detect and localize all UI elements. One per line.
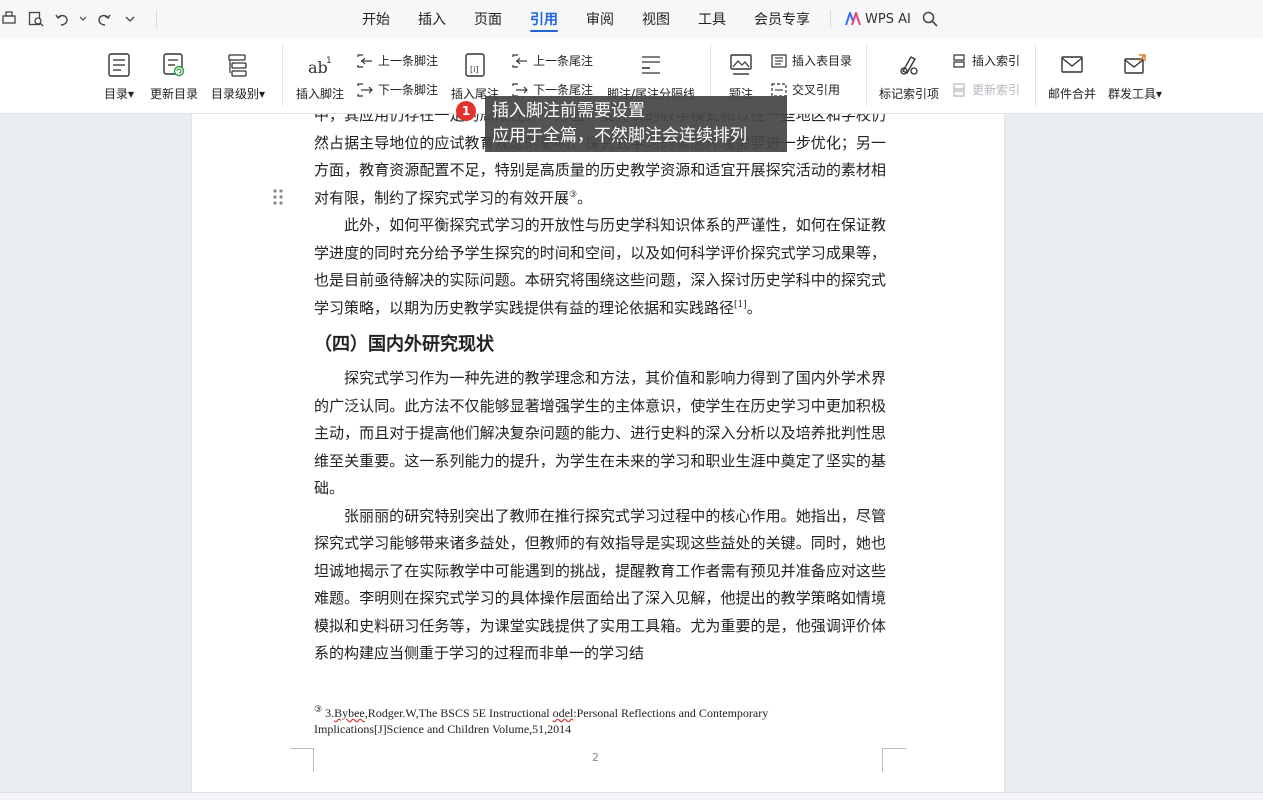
ribbon-divider (1035, 44, 1036, 106)
section-heading: （四）国内外研究现状 (314, 334, 494, 355)
table-of-figures-icon (771, 53, 787, 68)
footnote[interactable]: ③ 3.Bybee,Rodger.W,The BSCS 5E Instructi… (314, 705, 834, 737)
mail-merge-label: 邮件合并 (1048, 87, 1097, 101)
svg-text:ab: ab (308, 58, 328, 77)
insert-footnote-button[interactable]: ab 1 插入脚注 (296, 50, 344, 102)
mass-send-label: 群发工具 (1108, 87, 1157, 101)
mass-send-icon (1121, 50, 1149, 80)
cross-reference-label: 交叉引用 (792, 83, 841, 97)
tab-review[interactable]: 审阅 (572, 0, 628, 38)
footnote-separator-button[interactable]: 脚注/尾注分隔线 (607, 50, 695, 102)
chevron-down-icon[interactable] (78, 9, 88, 29)
toc-level-button[interactable]: 目录级别▾ (211, 50, 265, 102)
svg-text:[i]: [i] (470, 65, 478, 74)
paragraph: 此外，如何平衡探究式学习的开放性与历史学科知识体系的严谨性，如何在保证教学进度的… (314, 216, 886, 317)
wps-ai-button[interactable]: WPS AI (837, 12, 919, 27)
toc-button[interactable]: 目录▾ (104, 50, 134, 102)
wps-ai-label: WPS AI (865, 11, 911, 27)
toc-icon (105, 50, 133, 80)
tab-member[interactable]: 会员专享 (740, 0, 824, 38)
tab-references[interactable]: 引用 (516, 0, 572, 38)
footnote-reference[interactable]: ③ (569, 190, 577, 200)
ribbon-divider (866, 44, 867, 106)
footnote-icon: ab 1 (306, 50, 334, 80)
citation-reference[interactable]: [1] (734, 300, 747, 310)
next-footnote-icon (357, 82, 373, 97)
customize-chevron-icon[interactable] (120, 9, 140, 29)
document-area[interactable]: 中，其应用仍存在一定的局限性。一方面，受传统的教学模式和以往一些地区和学校仍然占… (0, 114, 1263, 800)
print-preview-icon[interactable] (26, 9, 46, 29)
update-index-icon (953, 82, 965, 97)
undo-icon[interactable] (52, 9, 72, 29)
mark-index-entry-button[interactable]: 标记索引项 (879, 50, 939, 102)
prev-footnote-label: 上一条脚注 (378, 54, 439, 68)
insert-table-of-figures-button[interactable]: 插入表目录 (771, 52, 852, 69)
prev-footnote-icon (357, 53, 372, 68)
update-toc-icon (160, 50, 188, 80)
hint-line-2: 应用于全篇，不然脚注会连续排列 (492, 126, 747, 146)
toolbar-divider (156, 10, 157, 28)
toc-level-icon (224, 50, 252, 80)
page-corner-mark (882, 748, 906, 772)
quick-access-toolbar (0, 7, 157, 31)
endnote-icon: [i] (461, 50, 489, 80)
menu-bar: 开始 插入 页面 引用 审阅 视图 工具 会员专享 WPS AI (0, 0, 1263, 38)
toc-level-label: 目录级别 (211, 87, 260, 101)
tab-home[interactable]: 开始 (348, 0, 404, 38)
step-badge: 1 (456, 101, 476, 121)
next-footnote-button[interactable]: 下一条脚注 (357, 81, 438, 98)
caption-button[interactable]: 题注 (727, 50, 755, 102)
caption-icon (727, 50, 755, 80)
tab-divider (830, 10, 831, 28)
spelling-error[interactable]: Bybee (334, 706, 365, 720)
mail-merge-button[interactable]: 邮件合并 (1048, 50, 1096, 102)
next-footnote-label: 下一条脚注 (378, 83, 439, 97)
cross-reference-icon (771, 82, 787, 97)
prev-endnote-label: 上一条尾注 (533, 54, 594, 68)
tab-tools[interactable]: 工具 (684, 0, 740, 38)
footnote-mark: ③ (314, 704, 323, 714)
tab-insert[interactable]: 插入 (404, 0, 460, 38)
insert-index-label: 插入索引 (972, 54, 1021, 68)
insert-index-button[interactable]: 插入索引 (951, 52, 1020, 69)
prev-endnote-button[interactable]: 上一条尾注 (512, 52, 593, 69)
prev-endnote-icon (512, 53, 527, 68)
hint-line-1: 插入脚注前需要设置 (492, 101, 645, 121)
search-icon[interactable] (919, 8, 941, 30)
next-endnote-icon (512, 82, 528, 97)
tab-page[interactable]: 页面 (460, 0, 516, 38)
update-index-label: 更新索引 (972, 83, 1021, 97)
page-corner-mark (290, 748, 314, 772)
svg-text:1: 1 (326, 56, 332, 66)
hint-tooltip: 插入脚注前需要设置 应用于全篇，不然脚注会连续排列 (485, 96, 787, 152)
drag-handle-icon[interactable] (272, 188, 284, 206)
insert-footnote-label: 插入脚注 (296, 87, 345, 101)
update-index-button[interactable]: 更新索引 (951, 81, 1020, 98)
status-bar (0, 792, 1263, 800)
paragraph: 探究式学习作为一种先进的教学理念和方法，其价值和影响力得到了国内外学术界的广泛认… (314, 369, 886, 497)
mark-index-icon (895, 50, 923, 80)
prev-footnote-button[interactable]: 上一条脚注 (357, 52, 438, 69)
update-toc-label: 更新目录 (150, 87, 199, 101)
update-toc-button[interactable]: 更新目录 (150, 50, 198, 102)
redo-icon[interactable] (94, 9, 114, 29)
mail-icon (1058, 50, 1086, 80)
document-body[interactable]: 中，其应用仍存在一定的局限性。一方面，受传统的教学模式和以往一些地区和学校仍然占… (314, 114, 886, 668)
tab-view[interactable]: 视图 (628, 0, 684, 38)
spelling-error[interactable]: odel (553, 706, 574, 720)
wps-ai-icon (845, 12, 861, 26)
page-number: 2 (592, 751, 599, 764)
print-icon[interactable] (0, 9, 20, 29)
insert-index-icon (953, 53, 965, 68)
document-page[interactable]: 中，其应用仍存在一定的局限性。一方面，受传统的教学模式和以往一些地区和学校仍然占… (192, 114, 1004, 800)
ribbon-tabs: 开始 插入 页面 引用 审阅 视图 工具 会员专享 WPS AI (348, 0, 941, 38)
paragraph: 张丽丽的研究特别突出了教师在推行探究式学习过程中的核心作用。她指出，尽管探究式学… (314, 506, 886, 663)
mass-send-button[interactable]: 群发工具▾ (1108, 50, 1162, 102)
insert-table-of-figures-label: 插入表目录 (792, 54, 853, 68)
toc-label: 目录 (104, 87, 129, 101)
insert-endnote-button[interactable]: [i] 插入尾注 (451, 50, 499, 102)
separator-line-icon (637, 50, 665, 80)
ribbon-divider (282, 44, 283, 106)
mark-index-entry-label: 标记索引项 (879, 87, 940, 101)
